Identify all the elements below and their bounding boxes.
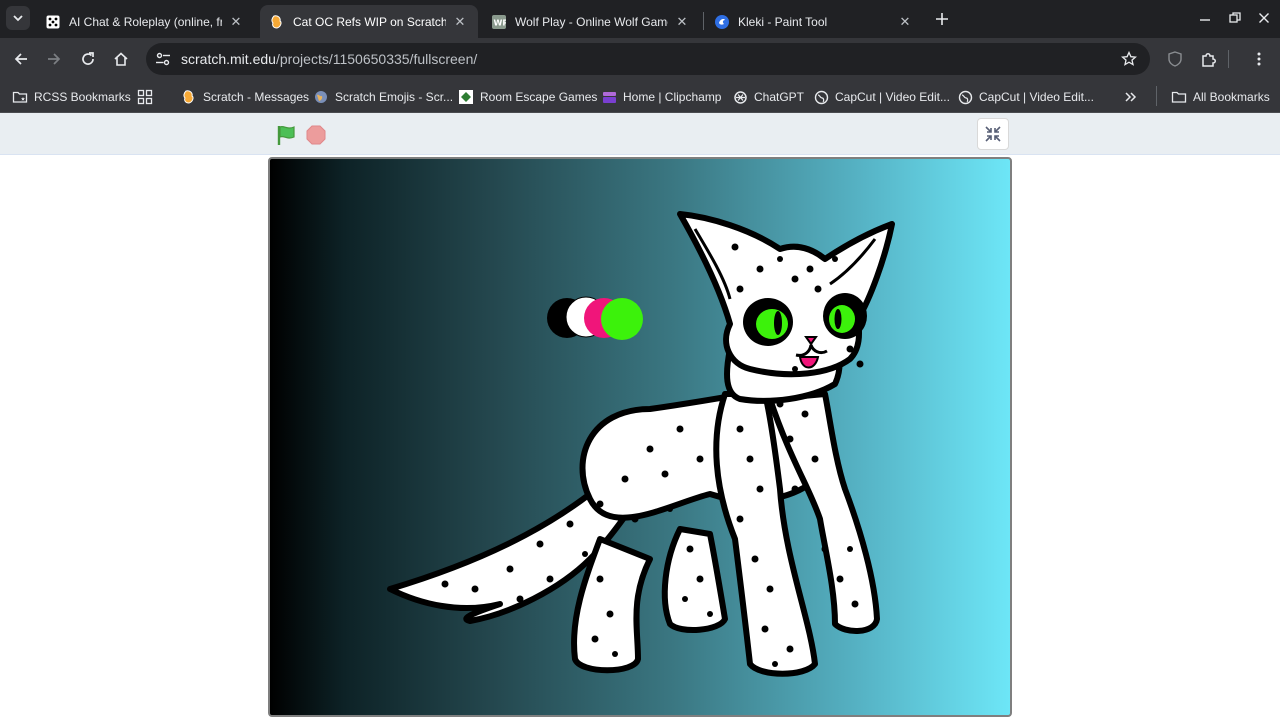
arrow-left-icon (14, 53, 27, 65)
url-text[interactable]: scratch.mit.edu/projects/1150650335/full… (181, 51, 477, 67)
wp-icon: WP (492, 14, 507, 29)
bookmark-clipchamp[interactable]: Home | Clipchamp (601, 86, 721, 108)
bookmark-chatgpt[interactable]: ChatGPT (732, 86, 804, 108)
tab-cat-oc-refs[interactable]: Cat OC Refs WIP on Scratch ✕ (260, 5, 478, 38)
tab-title: Cat OC Refs WIP on Scratch (293, 14, 446, 29)
minimize-icon (1200, 19, 1210, 21)
close-tab-icon[interactable]: ✕ (228, 14, 244, 30)
bookmarks-bar: RCSS Bookmarks Scratch - Messages Scratc… (0, 80, 1280, 113)
bookmark-label: ChatGPT (754, 90, 805, 104)
bookmark-rcss[interactable]: RCSS Bookmarks (12, 86, 131, 108)
tab-wolf-play[interactable]: WP Wolf Play - Online Wolf Game! ✕ (482, 5, 700, 38)
bookmark-label: Home | Clipchamp (623, 90, 722, 104)
bookmark-label: Scratch Emojis - Scr... (335, 90, 454, 104)
green-flag-button[interactable] (274, 123, 298, 147)
bookmark-capcut-1[interactable]: CapCut | Video Edit... (813, 86, 950, 108)
toolbar-divider (1228, 50, 1229, 68)
bookmark-label: Scratch - Messages (203, 90, 310, 104)
browser-toolbar: scratch.mit.edu/projects/1150650335/full… (0, 38, 1280, 80)
bookmarks-divider (1156, 86, 1157, 106)
new-tab-button[interactable] (932, 9, 952, 29)
home-button[interactable] (108, 46, 134, 72)
minimize-button[interactable] (1191, 6, 1219, 30)
shield-extension-icon[interactable] (1164, 48, 1186, 70)
cat-head (677, 211, 895, 378)
dice-icon (46, 15, 60, 29)
close-tab-icon[interactable]: ✕ (452, 14, 468, 30)
cat-back-leg-far (661, 526, 728, 633)
chevron-down-icon (13, 15, 23, 22)
close-window-button[interactable] (1250, 6, 1278, 30)
menu-kebab-icon[interactable] (1248, 48, 1270, 70)
green-flag-icon (277, 125, 295, 145)
extensions-puzzle-icon[interactable] (1198, 48, 1220, 70)
forward-button[interactable] (41, 46, 67, 72)
tab-search-button[interactable] (6, 6, 30, 30)
url-path: /projects/1150650335/fullscreen/ (275, 51, 478, 67)
reload-button[interactable] (75, 46, 101, 72)
bookmark-label: Room Escape Games (480, 90, 598, 104)
scratch-player-controls (0, 113, 1280, 155)
all-bookmarks-label: All Bookmarks (1193, 90, 1270, 104)
close-tab-icon[interactable]: ✕ (674, 14, 690, 30)
tab-strip: AI Chat & Roleplay (online, free ✕ Cat O… (0, 0, 1280, 38)
folder-star-icon (12, 89, 28, 105)
bookmarks-overflow-button[interactable] (1124, 86, 1138, 108)
home-icon (114, 52, 128, 66)
close-tab-icon[interactable]: ✕ (897, 14, 913, 30)
bookmark-label: CapCut | Video Edit... (835, 90, 950, 104)
reload-icon (82, 52, 94, 65)
address-bar[interactable]: scratch.mit.edu/projects/1150650335/full… (146, 43, 1150, 75)
url-domain: scratch.mit.edu (181, 51, 276, 67)
restore-button[interactable] (1221, 6, 1249, 30)
tab-kleki[interactable]: Kleki - Paint Tool ✕ (705, 5, 923, 38)
bookmark-label: RCSS Bookmarks (34, 90, 131, 104)
site-info-icon[interactable] (154, 50, 172, 68)
tab-separator (703, 12, 704, 30)
tab-title: Kleki - Paint Tool (738, 14, 828, 29)
globe-icon (313, 89, 329, 105)
tab-title: Wolf Play - Online Wolf Game! (515, 14, 668, 29)
bookmark-capcut-2[interactable]: CapCut | Video Edit... (957, 86, 1094, 108)
tab-ai-chat[interactable]: AI Chat & Roleplay (online, free ✕ (36, 5, 254, 38)
room-escape-icon (458, 89, 474, 105)
svg-text:WP: WP (494, 18, 507, 27)
kleki-icon (715, 14, 729, 29)
chatgpt-icon (732, 89, 748, 105)
close-icon (1259, 13, 1269, 23)
tab-title: AI Chat & Roleplay (online, free (69, 14, 222, 29)
exit-fullscreen-icon (985, 126, 1001, 142)
globe-icon (957, 89, 973, 105)
apps-grid-icon (137, 89, 153, 105)
bookmark-apps[interactable] (137, 86, 159, 108)
bookmark-scratch-messages[interactable]: Scratch - Messages (181, 86, 309, 108)
stop-sign-icon (306, 125, 326, 145)
folder-icon (1171, 89, 1187, 105)
arrow-right-icon (48, 53, 61, 65)
plus-icon (936, 13, 948, 25)
bookmark-star-icon[interactable] (1120, 50, 1138, 68)
exit-fullscreen-button[interactable] (977, 118, 1009, 150)
bookmark-room-escape[interactable]: Room Escape Games (458, 86, 597, 108)
bookmark-scratch-emojis[interactable]: Scratch Emojis - Scr... (313, 86, 453, 108)
all-bookmarks-button[interactable]: All Bookmarks (1171, 86, 1270, 108)
color-palette-swatches (547, 296, 643, 340)
scratch-stage[interactable] (268, 157, 1012, 717)
restore-icon (1229, 12, 1241, 23)
globe-icon (813, 89, 829, 105)
clipchamp-icon (601, 89, 617, 105)
bookmark-label: CapCut | Video Edit... (979, 90, 1094, 104)
back-button[interactable] (8, 46, 34, 72)
cat-oc-artwork (387, 211, 895, 677)
scratch-icon (181, 89, 197, 105)
stop-button[interactable] (304, 123, 328, 147)
chevron-double-right-icon (1125, 92, 1137, 102)
scratch-icon (270, 14, 284, 29)
